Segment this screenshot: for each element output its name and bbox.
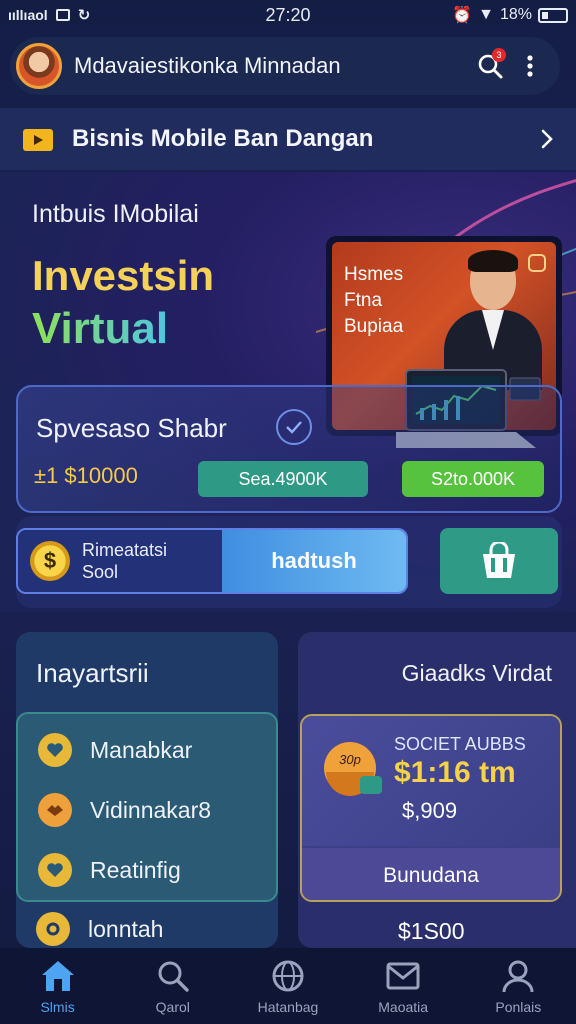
battery-text: 18% xyxy=(499,6,532,23)
gear-icon xyxy=(36,912,70,946)
left-panel-title: Inayartsrii xyxy=(36,658,149,688)
notification-badge: 3 xyxy=(492,48,506,62)
nav-profile[interactable]: Ponlais xyxy=(468,957,568,1015)
nav-home[interactable]: Slmis xyxy=(8,957,108,1015)
left-panel: Inayartsrii Manabkar Vidinnakar8 Reatinf… xyxy=(16,632,278,948)
app-header: Mdavaiestikonka Minnadan 3 xyxy=(10,37,560,95)
more-vertical-icon xyxy=(527,55,533,77)
search-icon xyxy=(158,961,189,992)
profile-icon xyxy=(502,960,534,993)
stats-amount: ±1 $10000 xyxy=(34,463,138,488)
shopping-bag-icon xyxy=(483,542,515,578)
balance-label-line1: Rimeatatsi xyxy=(82,540,168,560)
header-title: Mdavaiestikonka Minnadan xyxy=(74,53,341,78)
banner-title: Bisnis Mobile Ban Dangan xyxy=(72,125,374,152)
more-menu-button[interactable] xyxy=(510,46,550,86)
right-panel-amount: $1S00 xyxy=(398,918,465,944)
hero-subtitle: Intbuis IMobilai xyxy=(32,200,199,228)
instagram-icon xyxy=(528,254,546,272)
list-item-2[interactable]: Vidinnakar8 xyxy=(38,790,211,830)
category-banner[interactable]: Bisnis Mobile Ban Dangan xyxy=(0,108,576,170)
hero-title-line1: Investsin xyxy=(32,252,215,299)
menu-list: Manabkar Vidinnakar8 Reatinfig xyxy=(16,712,278,902)
status-bar: ııllıaol ↻ 27:20 ⏰ ▼ 18% xyxy=(0,0,576,30)
action-row: $ Rimeatatsi Sool hadtush xyxy=(16,528,408,594)
battery-icon xyxy=(538,7,568,23)
signal-icon: ▼ xyxy=(478,6,494,23)
dollar-coin-icon: $ xyxy=(30,541,70,581)
heart-icon xyxy=(38,853,72,887)
shop-bag-button[interactable] xyxy=(440,528,558,594)
stats-card[interactable]: Spvesaso Shabr ±1 $10000 Sea.4900K S2to.… xyxy=(16,385,562,513)
list-item-1[interactable]: Manabkar xyxy=(38,730,192,770)
avatar[interactable] xyxy=(16,43,62,89)
nav-explore[interactable]: Hatanbag xyxy=(238,957,338,1015)
folder-play-icon xyxy=(23,129,53,151)
hero-card-text: Hsmes Ftna Bupiaa xyxy=(344,264,404,337)
hero-title-line2: Virtual xyxy=(32,304,169,353)
coupon-badge-icon: 30p xyxy=(324,742,382,796)
list-item-extra[interactable]: lonntah xyxy=(36,912,163,946)
stats-pill-green[interactable]: S2to.000K xyxy=(402,461,544,497)
handshake-icon xyxy=(38,793,72,827)
sync-icon: ↻ xyxy=(77,7,91,24)
bottom-navigation: Slmis Qarol Hatanbag Maoatia Ponlais xyxy=(0,948,576,1024)
svg-text:30p: 30p xyxy=(339,752,361,767)
primary-action-button[interactable]: hadtush xyxy=(222,530,406,592)
right-panel-title: Giaadks Virdat xyxy=(401,660,552,686)
hero-section: Intbuis IMobilai Investsin Virtual Hsmes… xyxy=(0,172,576,612)
chevron-right-icon xyxy=(541,129,553,149)
promo-card[interactable]: 30p SOCIET AUBBS $1:16 tm $,909 Bunudana xyxy=(300,714,562,902)
promo-button[interactable]: Bunudana xyxy=(302,848,560,900)
list-item-3[interactable]: Reatinfig xyxy=(38,850,181,890)
mail-icon xyxy=(386,962,420,990)
globe-icon xyxy=(272,960,304,992)
promo-price: $,909 xyxy=(402,798,458,823)
promo-headline: $1:16 tm xyxy=(394,756,516,789)
balance-chip[interactable]: $ Rimeatatsi Sool xyxy=(18,530,222,592)
stats-pill-teal[interactable]: Sea.4900K xyxy=(198,461,368,497)
home-icon xyxy=(41,961,74,991)
nav-search[interactable]: Qarol xyxy=(123,957,223,1015)
search-button[interactable]: 3 xyxy=(470,46,510,86)
right-panel: Giaadks Virdat 30p SOCIET AUBBS $1:16 tm… xyxy=(298,632,576,948)
alarm-icon: ⏰ xyxy=(452,7,473,24)
image-icon xyxy=(55,9,70,21)
stats-title: Spvesaso Shabr xyxy=(36,413,227,443)
promo-kicker: SOCIET AUBBS xyxy=(394,734,526,754)
heart-icon xyxy=(38,733,72,767)
balance-label-line2: Sool xyxy=(82,562,119,582)
nav-messages[interactable]: Maoatia xyxy=(353,957,453,1015)
app-root: ııllıaol ↻ 27:20 ⏰ ▼ 18% Mdavaiestikonka… xyxy=(0,0,576,1024)
presenter-image xyxy=(438,250,548,390)
verified-check-icon xyxy=(276,409,312,445)
carrier-label: ııllıaol xyxy=(8,7,48,23)
